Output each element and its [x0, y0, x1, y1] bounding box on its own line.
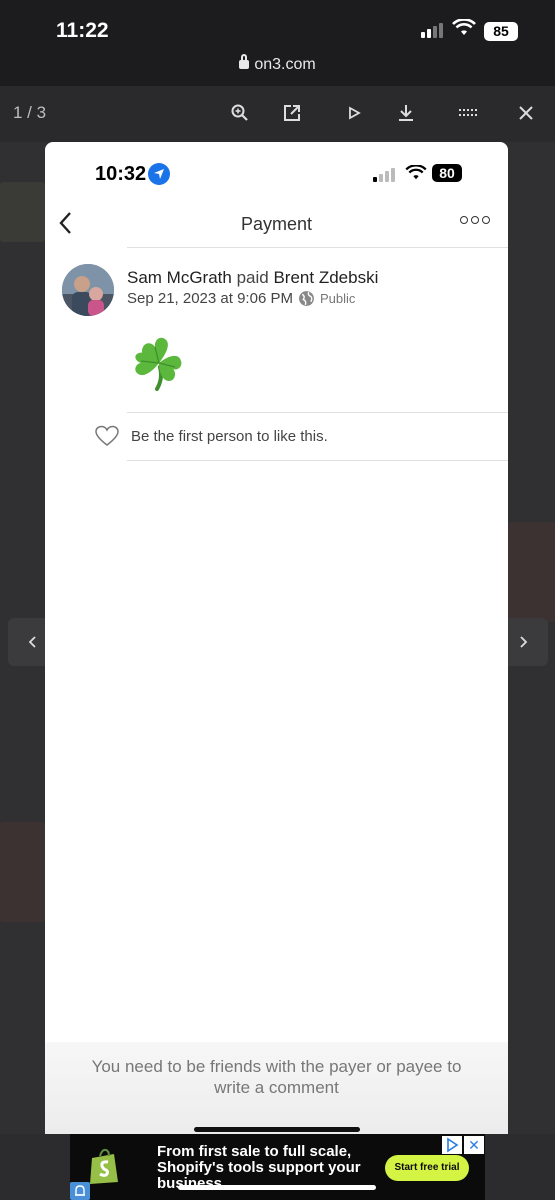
like-prompt: Be the first person to like this.	[131, 428, 328, 445]
privacy-label: Public	[319, 291, 356, 306]
start-free-trial-button[interactable]: Start free trial	[385, 1155, 469, 1181]
url-bar[interactable]: on3.com	[0, 48, 555, 86]
zoom-icon[interactable]	[227, 100, 253, 126]
comment-restriction-message: You need to be friends with the payer or…	[91, 1057, 462, 1097]
phone-status-bar: 10:32 80	[45, 142, 508, 202]
cellular-signal-icon	[373, 168, 395, 182]
url-text: on3.com	[254, 56, 316, 73]
notification-bell-icon[interactable]	[70, 1182, 90, 1200]
ad-close-button[interactable]: ✕	[464, 1136, 484, 1154]
chevron-right-icon	[520, 636, 528, 648]
lock-icon	[239, 54, 250, 69]
payment-date: Sep 21, 2023 at 9:06 PM	[127, 290, 293, 307]
divider	[127, 460, 508, 461]
play-icon[interactable]	[341, 100, 367, 126]
background-block	[0, 182, 45, 242]
avatar[interactable]	[62, 264, 114, 316]
download-icon[interactable]	[393, 100, 419, 126]
background-block	[508, 522, 555, 622]
home-indicator	[178, 1185, 376, 1190]
comment-area: You need to be friends with the payer or…	[45, 1042, 508, 1134]
shamrock-icon	[127, 329, 191, 393]
image-viewer-toolbar: 1 / 3	[0, 86, 555, 142]
device-time: 11:22	[56, 19, 109, 42]
screenshot-image: 10:32 80 Payment Sam McGrath paid Brent …	[45, 142, 508, 1134]
payment-summary: Sam McGrath paid Brent Zdebski	[127, 268, 378, 288]
location-arrow-icon	[148, 163, 170, 185]
phone-time: 10:32	[95, 163, 147, 185]
battery-indicator: 85	[484, 22, 518, 41]
divider	[127, 247, 508, 248]
cellular-signal-icon	[421, 23, 443, 38]
image-counter: 1 / 3	[13, 103, 47, 122]
home-indicator	[194, 1127, 360, 1132]
ad-banner[interactable]: From first sale to full scale, Shopify's…	[70, 1134, 485, 1200]
chevron-left-icon	[28, 636, 36, 648]
more-options-icon[interactable]	[460, 216, 490, 224]
page-title: Payment	[240, 214, 313, 234]
device-status-bar: 11:22 85	[0, 0, 555, 48]
globe-icon	[299, 291, 314, 306]
wifi-icon	[405, 164, 427, 186]
payment-header: Payment	[45, 202, 508, 248]
close-icon[interactable]	[513, 100, 539, 126]
like-row: Be the first person to like this.	[45, 414, 508, 460]
heart-icon[interactable]	[95, 425, 119, 452]
divider	[127, 412, 508, 413]
background-block	[0, 822, 45, 922]
wifi-icon	[452, 18, 476, 42]
payment-verb: paid	[236, 268, 269, 287]
payee-name[interactable]: Brent Zdebski	[273, 268, 378, 287]
open-external-icon[interactable]	[279, 100, 305, 126]
thumbnails-icon[interactable]	[455, 100, 481, 126]
payment-meta: Sep 21, 2023 at 9:06 PM Public	[127, 290, 355, 307]
ad-choices-icon[interactable]	[442, 1136, 462, 1154]
shopify-logo-icon	[88, 1148, 122, 1186]
payer-name[interactable]: Sam McGrath	[127, 268, 232, 287]
battery-indicator: 80	[432, 164, 462, 182]
